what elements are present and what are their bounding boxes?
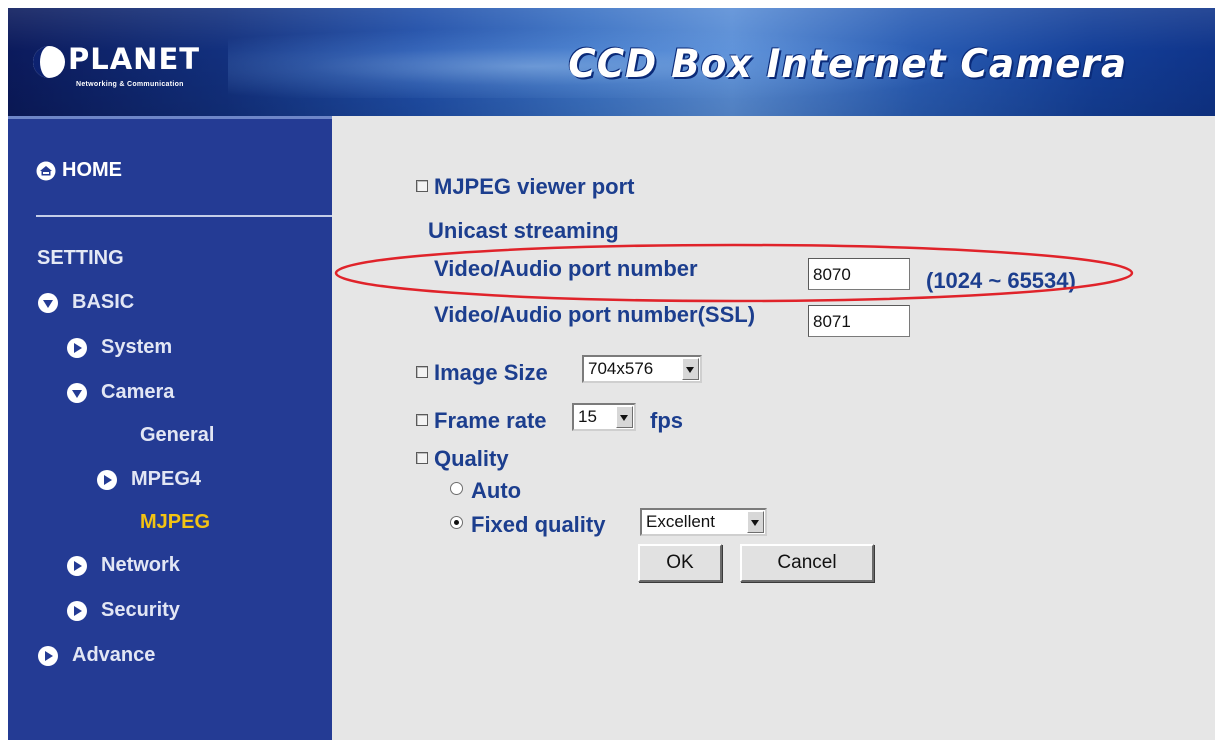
- square-bullet-icon: [416, 366, 428, 378]
- sidebar-item-camera[interactable]: Camera: [67, 381, 174, 404]
- image-size-select[interactable]: 704x576: [582, 355, 702, 383]
- sidebar-item-label: Camera: [101, 381, 175, 403]
- sidebar-item-network[interactable]: Network: [67, 554, 180, 577]
- quality-fixed-option[interactable]: Fixed quality: [450, 512, 605, 538]
- sidebar-item-label-active: MJPEG: [140, 511, 211, 533]
- image-size-label: Image Size: [434, 360, 548, 385]
- product-title: CCD Box Internet Camera: [568, 42, 1127, 87]
- sidebar-item-label: System: [101, 336, 173, 358]
- frame-rate-row: Frame rate: [416, 408, 547, 434]
- port-range-hint: (1024 ~ 65534): [926, 268, 1076, 293]
- frame-rate-value: 15: [578, 407, 597, 426]
- quality-auto-option[interactable]: Auto: [450, 478, 521, 504]
- sidebar-item-basic[interactable]: BASIC: [38, 291, 134, 314]
- quality-fixed-label: Fixed quality: [471, 512, 606, 537]
- viewer-port-heading: MJPEG viewer port: [416, 174, 635, 200]
- image-size-row: Image Size: [416, 360, 548, 386]
- sidebar-item-label: Advance: [72, 644, 156, 666]
- quality-label: Quality: [434, 446, 509, 471]
- brand-tagline: Networking & Communication: [76, 81, 184, 88]
- quality-auto-radio[interactable]: [450, 482, 463, 495]
- port-number-input[interactable]: 8070: [808, 258, 910, 290]
- square-bullet-icon: [416, 414, 428, 426]
- settings-panel: MJPEG viewer port Unicast streaming Vide…: [332, 116, 1215, 740]
- fixed-quality-value: Excellent: [646, 512, 715, 531]
- ssl-port-input[interactable]: 8071: [808, 305, 910, 337]
- chevron-right-icon: [38, 645, 58, 666]
- unicast-heading: Unicast streaming: [428, 218, 619, 243]
- viewer-port-title: MJPEG viewer port: [434, 174, 635, 199]
- cancel-button[interactable]: Cancel: [740, 544, 874, 582]
- sidebar-item-system[interactable]: System: [67, 336, 172, 359]
- frame-rate-select[interactable]: 15: [572, 403, 636, 431]
- frame-rate-unit: fps: [650, 408, 683, 433]
- chevron-down-icon: [67, 382, 87, 403]
- sidebar-item-advance[interactable]: Advance: [38, 644, 155, 667]
- chevron-right-icon: [67, 555, 87, 576]
- sidebar-section-title: SETTING: [37, 247, 124, 269]
- frame-rate-label: Frame rate: [434, 408, 547, 433]
- sidebar-divider: [36, 215, 332, 217]
- home-icon: [36, 161, 56, 180]
- sidebar-item-mjpeg[interactable]: MJPEG: [140, 511, 210, 534]
- quality-fixed-radio[interactable]: [450, 516, 463, 529]
- chevron-right-icon: [67, 600, 87, 621]
- sidebar-item-mpeg4[interactable]: MPEG4: [97, 468, 201, 491]
- chevron-down-icon[interactable]: [682, 358, 699, 380]
- chevron-right-icon: [67, 337, 87, 358]
- planet-logo-icon: [33, 46, 65, 78]
- ok-button[interactable]: OK: [638, 544, 722, 582]
- sidebar-item-home[interactable]: HOME: [36, 159, 122, 182]
- brand-logo: PLANET: [68, 42, 201, 76]
- ssl-port-label: Video/Audio port number(SSL): [434, 302, 756, 327]
- sidebar-item-general[interactable]: General: [140, 424, 214, 447]
- sidebar: HOME SETTING BASIC System Camera General…: [8, 116, 332, 740]
- fixed-quality-select[interactable]: Excellent: [640, 508, 767, 536]
- image-size-value: 704x576: [588, 359, 654, 378]
- chevron-down-icon: [38, 292, 58, 313]
- square-bullet-icon: [416, 180, 428, 192]
- quality-row: Quality: [416, 446, 509, 472]
- chevron-down-icon[interactable]: [616, 406, 633, 428]
- sidebar-item-label: General: [140, 424, 215, 446]
- header-banner: PLANET Networking & Communication CCD Bo…: [8, 8, 1215, 116]
- sidebar-item-security[interactable]: Security: [67, 599, 180, 622]
- sidebar-home-label: HOME: [62, 159, 122, 181]
- square-bullet-icon: [416, 452, 428, 464]
- quality-auto-label: Auto: [471, 478, 522, 503]
- sidebar-item-label: Security: [101, 599, 180, 621]
- port-number-label: Video/Audio port number: [434, 256, 698, 281]
- sidebar-item-label: BASIC: [72, 291, 135, 313]
- chevron-down-icon[interactable]: [747, 511, 764, 533]
- chevron-right-icon: [97, 469, 117, 490]
- sidebar-item-label: MPEG4: [131, 468, 202, 490]
- sidebar-item-label: Network: [101, 554, 180, 576]
